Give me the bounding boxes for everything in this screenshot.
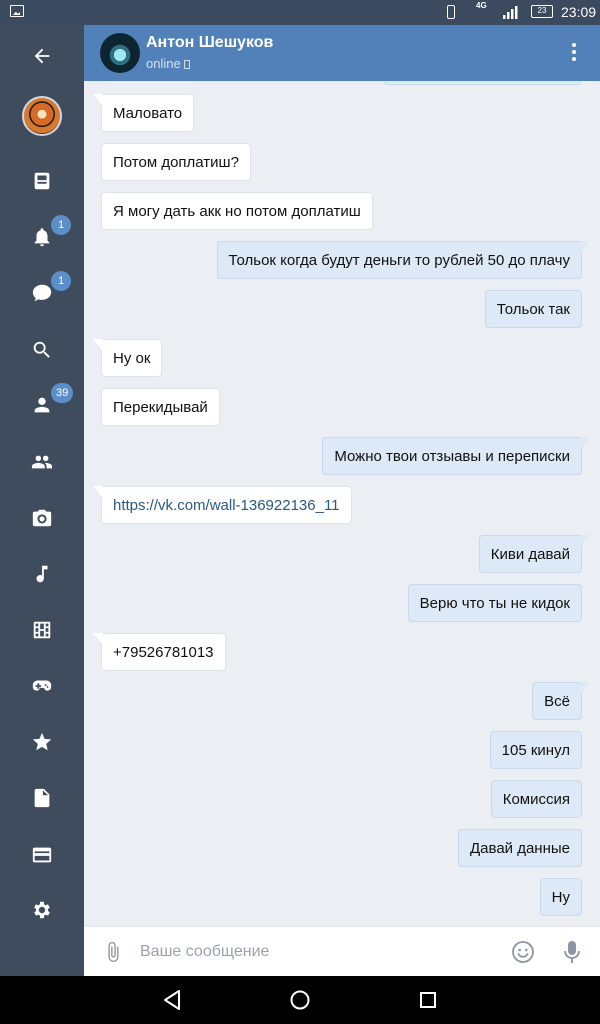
sidebar-item-payments[interactable]: [0, 830, 84, 880]
emoji-smile-icon[interactable]: [511, 940, 535, 964]
back-button[interactable]: [0, 31, 84, 81]
message-outgoing[interactable]: Тольок так: [484, 290, 582, 328]
communities-icon: [31, 455, 53, 469]
sidebar-item-search[interactable]: [0, 325, 84, 375]
message-link[interactable]: https://vk.com/wall-136922136_11: [101, 486, 352, 524]
messages-badge: 1: [51, 271, 71, 291]
avatar: [22, 96, 62, 136]
notifications-badge: 1: [51, 215, 71, 235]
message-outgoing[interactable]: 105 кинул: [489, 731, 582, 769]
news-icon: [34, 172, 50, 190]
message-input[interactable]: [140, 939, 490, 965]
music-note-icon: [36, 565, 48, 583]
messages-icon: [32, 284, 52, 302]
message-outgoing[interactable]: Давай данные: [458, 829, 582, 867]
message-incoming[interactable]: Ну ок: [101, 339, 163, 377]
contact-avatar[interactable]: [100, 33, 140, 73]
chat-header: Антон Шешуков online: [84, 25, 600, 81]
signal-icon: [503, 6, 518, 19]
back-arrow-icon: [34, 48, 50, 64]
message-incoming[interactable]: Маловато: [101, 94, 195, 132]
sidebar-item-documents[interactable]: [0, 773, 84, 823]
sidebar: 1 1 39: [0, 25, 84, 976]
message-composer: [84, 926, 600, 976]
message-incoming[interactable]: +79526781013: [101, 633, 226, 671]
friends-icon: [34, 397, 50, 413]
contact-name[interactable]: Антон Шешуков: [146, 34, 273, 52]
documents-icon: [34, 788, 50, 808]
sidebar-item-friends[interactable]: 39: [0, 380, 84, 430]
android-navigation-bar: [0, 976, 600, 1024]
message-outgoing[interactable]: Всё: [532, 682, 582, 720]
sidebar-item-profile[interactable]: [0, 90, 84, 142]
message-outgoing[interactable]: Ну: [539, 878, 582, 916]
notifications-bell-icon: [34, 228, 50, 247]
settings-gear-icon: [34, 901, 50, 919]
gallery-notification-icon: [10, 5, 24, 17]
nav-back-icon[interactable]: [160, 988, 184, 1012]
sidebar-item-music[interactable]: [0, 549, 84, 599]
games-gamepad-icon: [32, 680, 52, 691]
videos-film-icon: [33, 621, 51, 639]
sidebar-item-notifications[interactable]: 1: [0, 212, 84, 262]
message-outgoing[interactable]: Киви давай: [478, 535, 582, 573]
sidebar-item-communities[interactable]: [0, 437, 84, 487]
sidebar-item-messages[interactable]: 1: [0, 268, 84, 318]
payments-card-icon: [32, 847, 52, 863]
sidebar-item-photos[interactable]: [0, 493, 84, 543]
search-icon: [33, 341, 50, 358]
network-type: 4G: [476, 1, 487, 10]
contact-status-text: online: [146, 56, 181, 71]
favorites-star-icon: [32, 732, 52, 751]
message-outgoing[interactable]: Верю что ты не кидок: [407, 584, 582, 622]
status-time: 23:09: [561, 4, 597, 20]
nav-home-icon[interactable]: [288, 988, 312, 1012]
message-outgoing[interactable]: Тольок когда будут деньги то рублей 50 д…: [216, 241, 582, 279]
mobile-phone-icon: [183, 60, 190, 69]
sidebar-item-favorites[interactable]: [0, 717, 84, 767]
message-incoming[interactable]: Перекидывай: [101, 388, 220, 426]
sidebar-item-videos[interactable]: [0, 605, 84, 655]
attach-paperclip-icon[interactable]: [102, 941, 124, 963]
vibrate-icon: [447, 5, 455, 19]
sidebar-item-games[interactable]: [0, 661, 84, 711]
sidebar-item-news[interactable]: [0, 156, 84, 206]
sidebar-item-settings[interactable]: [0, 885, 84, 935]
status-bar: 4G 23 23:09: [0, 0, 600, 25]
microphone-icon[interactable]: [560, 939, 584, 965]
message-bubble-cut: [384, 81, 582, 85]
message-incoming[interactable]: Потом доплатиш?: [101, 143, 251, 181]
battery-icon: 23: [531, 5, 553, 18]
message-outgoing[interactable]: Комиссия: [490, 780, 582, 818]
chat-history[interactable]: Маловато Потом доплатиш? Я могу дать акк…: [84, 81, 600, 926]
nav-recents-icon[interactable]: [416, 988, 440, 1012]
contact-status: online: [146, 56, 190, 71]
message-outgoing[interactable]: Можно твои отзыавы и переписки: [322, 437, 582, 475]
photos-camera-icon: [32, 509, 52, 527]
message-incoming[interactable]: Я могу дать акк но потом доплатиш: [101, 192, 373, 230]
more-menu-button[interactable]: [570, 43, 578, 63]
friends-badge: 39: [51, 383, 74, 403]
